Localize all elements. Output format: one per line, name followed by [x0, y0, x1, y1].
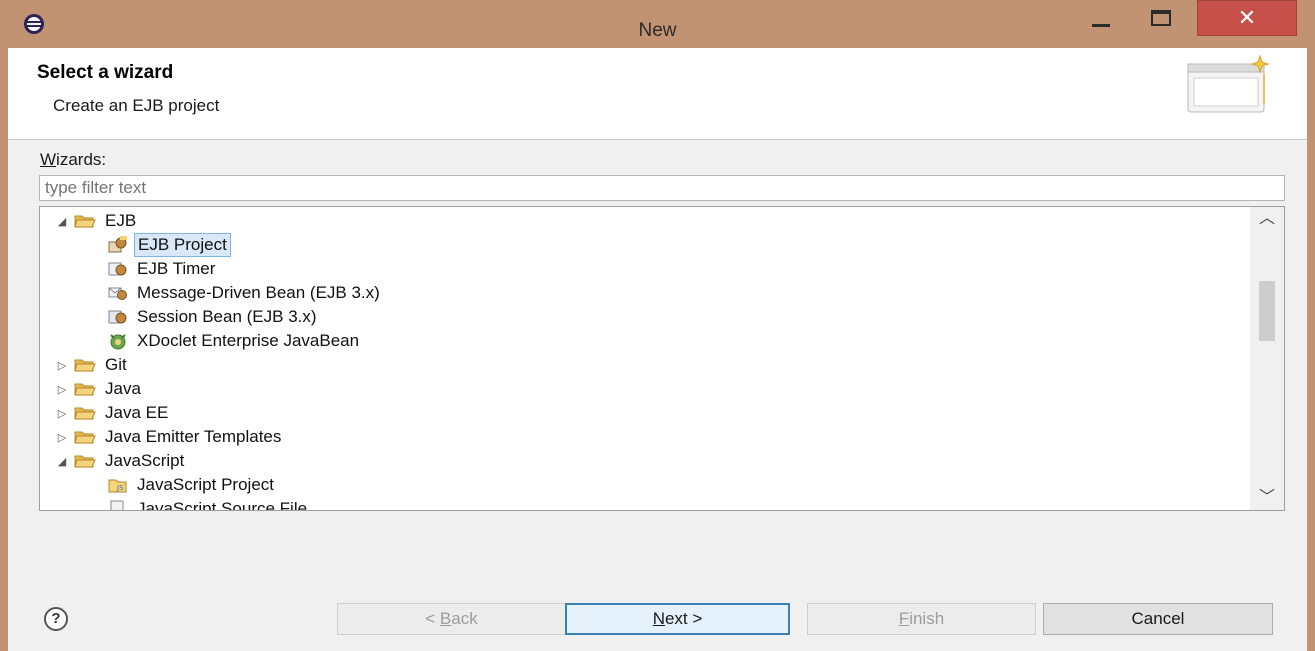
- folder-open-icon: [74, 215, 96, 228]
- maximize-icon: [1151, 10, 1171, 26]
- javascript-file-icon: [110, 500, 124, 510]
- ejb-timer-icon: [108, 262, 127, 276]
- session-bean-icon: [108, 310, 127, 324]
- cancel-button[interactable]: Cancel: [1043, 603, 1273, 635]
- tree-label: JavaScript Project: [137, 475, 274, 494]
- message-bean-icon: [108, 287, 127, 300]
- tree-label: EJB Project: [134, 233, 231, 257]
- tree-label: EJB: [105, 211, 137, 230]
- tree-label: Session Bean (EJB 3.x): [137, 307, 317, 326]
- scroll-thumb[interactable]: [1259, 281, 1275, 341]
- svg-text:JS: JS: [116, 484, 124, 492]
- tree-item-session-bean[interactable]: Session Bean (EJB 3.x): [108, 305, 320, 329]
- title-bar[interactable]: New ✕: [0, 0, 1315, 48]
- folder-icon: [74, 359, 96, 372]
- tree-item-ejb-timer[interactable]: EJB Timer: [108, 257, 218, 281]
- collapse-arrow-icon[interactable]: ◢: [54, 455, 70, 468]
- folder-icon: [74, 407, 96, 420]
- xdoclet-icon: [110, 334, 126, 350]
- tree-folder-ejb[interactable]: ◢ EJB: [54, 209, 139, 233]
- collapse-arrow-icon[interactable]: ◢: [54, 215, 70, 228]
- tree-folder-java-emitter-templates[interactable]: ▷ Java Emitter Templates: [54, 425, 284, 449]
- expand-arrow-icon[interactable]: ▷: [54, 359, 70, 372]
- page-description: Create an EJB project: [53, 96, 220, 115]
- help-icon[interactable]: ?: [44, 607, 68, 631]
- wizards-label: Wizards:: [40, 150, 106, 170]
- wizard-header: Select a wizard Create an EJB project: [8, 48, 1307, 140]
- finish-accel: F: [898, 609, 910, 628]
- tree-label: EJB Timer: [137, 259, 216, 278]
- close-button[interactable]: ✕: [1197, 0, 1297, 36]
- wizard-tree[interactable]: ◢ EJB EJB Project EJB Timer Message-Driv…: [39, 206, 1285, 511]
- scroll-down-icon[interactable]: ﹀: [1250, 486, 1284, 510]
- javascript-project-icon: JS: [108, 479, 127, 493]
- next-accel: N: [652, 609, 665, 628]
- tree-scrollbar[interactable]: ︿ ﹀: [1250, 207, 1284, 510]
- back-prefix: <: [425, 609, 440, 628]
- next-button[interactable]: Next >: [565, 603, 790, 635]
- expand-arrow-icon[interactable]: ▷: [54, 431, 70, 444]
- ejb-project-icon: [108, 236, 127, 253]
- page-title: Select a wizard: [37, 62, 174, 83]
- wizards-label-accel: W: [40, 150, 57, 169]
- tree-label: XDoclet Enterprise JavaBean: [137, 331, 360, 350]
- tree-label: JavaScript Source File: [137, 499, 308, 511]
- expand-arrow-icon[interactable]: ▷: [54, 383, 70, 396]
- tree-item-javascript-source-file[interactable]: JavaScript Source File: [108, 497, 310, 511]
- tree-label: Git: [105, 355, 127, 374]
- next-label: ext >: [664, 609, 703, 628]
- finish-button[interactable]: Finish: [807, 603, 1036, 635]
- minimize-button[interactable]: [1076, 0, 1126, 36]
- tree-folder-java[interactable]: ▷ Java: [54, 377, 144, 401]
- tree-label: Java: [105, 379, 141, 398]
- tree-label: Message-Driven Bean (EJB 3.x): [137, 283, 380, 302]
- back-button[interactable]: < Back: [337, 603, 566, 635]
- dialog-body: Select a wizard Create an EJB project Wi…: [8, 48, 1307, 651]
- folder-icon: [74, 431, 96, 444]
- back-accel: B: [439, 609, 452, 628]
- tree-item-xdoclet[interactable]: XDoclet Enterprise JavaBean: [108, 329, 362, 353]
- maximize-button[interactable]: [1136, 0, 1186, 36]
- tree-folder-java-ee[interactable]: ▷ Java EE: [54, 401, 171, 425]
- tree-item-javascript-project[interactable]: JS JavaScript Project: [108, 473, 277, 497]
- wizards-label-text: izards:: [56, 150, 107, 169]
- tree-label: Java EE: [105, 403, 169, 422]
- tree-item-ejb-project[interactable]: EJB Project: [108, 233, 231, 257]
- folder-icon: [74, 383, 96, 396]
- scroll-up-icon[interactable]: ︿: [1250, 207, 1284, 231]
- expand-arrow-icon[interactable]: ▷: [54, 407, 70, 420]
- folder-open-icon: [74, 455, 96, 468]
- wizard-banner-icon: [1187, 54, 1270, 113]
- tree-folder-javascript[interactable]: ◢ JavaScript: [54, 449, 187, 473]
- back-label: ack: [451, 609, 478, 628]
- tree-item-message-driven-bean[interactable]: Message-Driven Bean (EJB 3.x): [108, 281, 383, 305]
- close-icon: ✕: [1237, 5, 1257, 30]
- tree-label: JavaScript: [105, 451, 185, 470]
- finish-label: inish: [909, 609, 945, 628]
- new-wizard-window: New ✕ Select a wizard Create an EJB proj…: [0, 0, 1315, 651]
- minimize-icon: [1092, 23, 1110, 27]
- filter-input[interactable]: [39, 175, 1285, 201]
- tree-folder-git[interactable]: ▷ Git: [54, 353, 130, 377]
- tree-label: Java Emitter Templates: [105, 427, 282, 446]
